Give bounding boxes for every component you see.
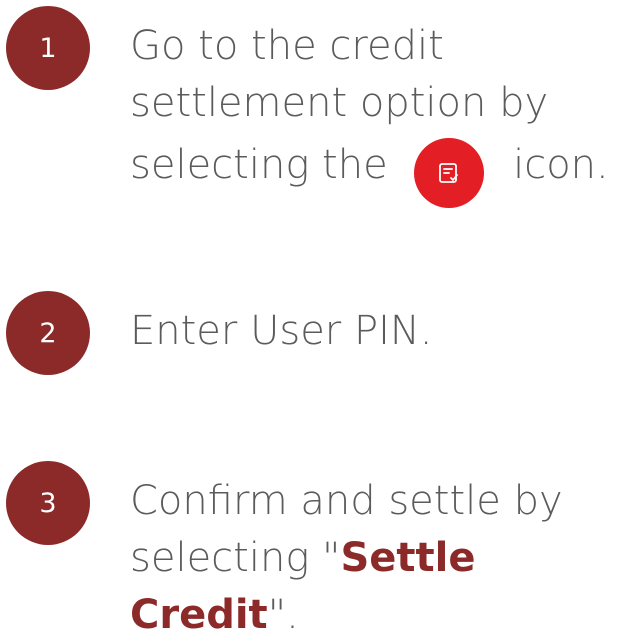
step-1-text-after-icon: icon.: [500, 142, 609, 188]
document-check-icon: [414, 138, 485, 208]
step-3-badge: 3: [6, 461, 90, 545]
step-3-text-after: ".: [267, 592, 299, 638]
step-1-badge: 1: [6, 6, 90, 90]
step-2-number: 2: [39, 317, 57, 349]
step-1-number: 1: [39, 32, 57, 64]
step-1-instruction: Go to the credit settlement option by se…: [130, 18, 635, 208]
step-3-number: 3: [39, 487, 57, 519]
step-3-instruction: Confirm and settle by selecting "Settle …: [130, 473, 635, 644]
step-1-text-before-icon: Go to the credit settlement option by se…: [130, 23, 549, 188]
step-2-badge: 2: [6, 291, 90, 375]
step-2-text: Enter User PIN.: [130, 308, 433, 354]
step-2-instruction: Enter User PIN.: [130, 303, 635, 360]
